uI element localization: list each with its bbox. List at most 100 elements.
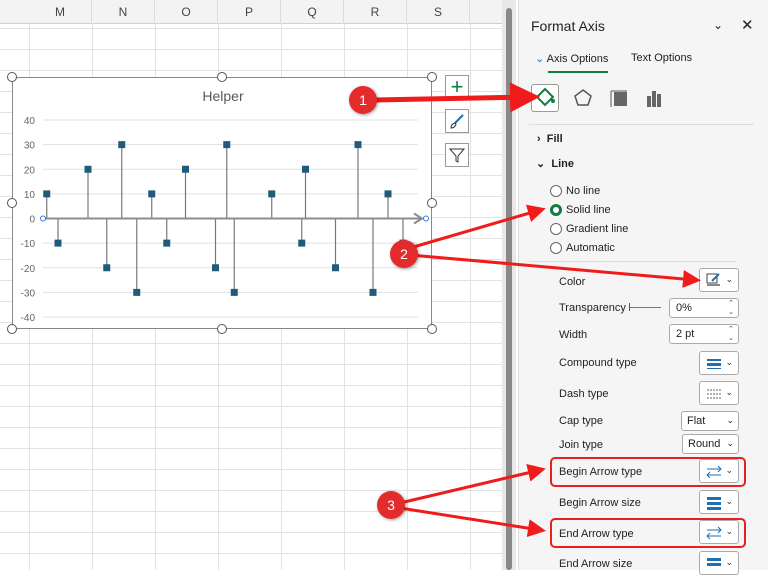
cap-type-value: Flat [687, 415, 706, 427]
format-axis-pane: Format Axis ⌄ ✕ ⌄ Axis Options Text Opti… [518, 0, 768, 575]
resize-handle[interactable] [217, 72, 227, 82]
callout-badge-3: 3 [377, 491, 405, 519]
dash-type-dropdown[interactable]: ⌄ [699, 381, 739, 405]
scrollbar-thumb[interactable] [506, 8, 512, 570]
column-header-o[interactable]: O [155, 0, 218, 24]
fill-label: Fill [546, 133, 563, 145]
column-header-p[interactable]: P [218, 0, 281, 24]
fill-section-toggle[interactable]: › Fill [537, 133, 563, 145]
chart-plot: 40 30 20 10 0 -10 -20 -30 -40 [21, 116, 429, 324]
y-tick-label: -40 [21, 313, 36, 324]
chevron-down-icon: ⌄ [725, 496, 733, 506]
compound-lines-icon [707, 359, 721, 369]
no-line-radio[interactable] [550, 185, 562, 197]
column-header-m[interactable]: M [29, 0, 92, 24]
y-tick-label: 40 [24, 116, 36, 127]
transparency-slider[interactable] [629, 303, 661, 311]
chart[interactable]: 40 30 20 10 0 -10 -20 -30 -40 Helper [12, 77, 432, 329]
data-point [43, 190, 51, 198]
brush-icon [450, 114, 464, 129]
gradient-line-label[interactable]: Gradient line [566, 223, 628, 235]
y-tick-label: -10 [21, 239, 36, 250]
divider [529, 124, 754, 125]
transparency-input[interactable]: 0% ⌃ ⌄ [669, 298, 739, 318]
arrow-type-icon [706, 526, 722, 540]
transparency-value: 0% [676, 302, 692, 314]
data-point [223, 141, 231, 149]
resize-handle[interactable] [427, 324, 437, 334]
column-header-q[interactable]: Q [281, 0, 344, 24]
chart-styles-button[interactable] [445, 109, 469, 133]
y-tick-label: 10 [24, 190, 36, 201]
dash-type-label: Dash type [559, 388, 609, 400]
solid-line-radio[interactable] [550, 204, 562, 216]
spinner-arrows[interactable]: ⌃ ⌄ [728, 325, 734, 343]
axis-options-tab-chart-icon[interactable] [645, 88, 665, 108]
end-arrow-size-label: End Arrow size [559, 558, 633, 570]
data-point [268, 190, 276, 198]
width-label: Width [559, 329, 588, 341]
resize-handle[interactable] [427, 198, 437, 208]
arrow-type-icon [706, 465, 722, 479]
fill-line-tab[interactable] [531, 84, 559, 112]
y-tick-label: 30 [24, 141, 36, 152]
join-type-value: Round [688, 438, 721, 450]
size-properties-tab-icon[interactable] [609, 88, 629, 108]
arrow-size-icon [707, 497, 721, 510]
data-point [103, 264, 111, 272]
resize-handle[interactable] [7, 72, 17, 82]
resize-handle[interactable] [427, 72, 437, 82]
chevron-down-icon: ⌄ [725, 387, 733, 397]
dash-lines-icon [707, 389, 721, 399]
data-point [302, 165, 309, 173]
chevron-down-icon: ⌄ [726, 438, 734, 448]
compound-type-dropdown[interactable]: ⌄ [699, 351, 739, 375]
y-tick-label: 0 [29, 215, 35, 226]
color-label: Color [559, 276, 586, 288]
data-point [163, 239, 171, 247]
tab-text-options[interactable]: Text Options [631, 52, 692, 64]
data-point [298, 239, 306, 247]
plus-icon: + [450, 74, 464, 99]
column-header-s[interactable]: S [407, 0, 470, 24]
resize-handle[interactable] [7, 198, 17, 208]
pane-options-chevron-icon[interactable]: ⌄ [713, 18, 723, 32]
data-point [230, 288, 238, 296]
end-arrow-size-dropdown[interactable]: ⌄ [699, 551, 739, 575]
vertical-scrollbar[interactable] [502, 0, 516, 570]
spinner-arrows[interactable]: ⌃ ⌄ [728, 299, 734, 317]
end-arrow-type-dropdown[interactable]: ⌄ [699, 520, 739, 544]
gradient-line-radio[interactable] [550, 223, 562, 235]
no-line-label[interactable]: No line [566, 185, 600, 197]
automatic-label[interactable]: Automatic [566, 242, 615, 254]
begin-arrow-size-dropdown[interactable]: ⌄ [699, 490, 739, 514]
automatic-radio[interactable] [550, 242, 562, 254]
color-picker-button[interactable]: ⌄ [699, 268, 739, 292]
data-point [54, 239, 62, 247]
effects-tab-pentagon-icon[interactable] [573, 88, 593, 108]
data-point [369, 288, 377, 296]
callout-badge-2: 2 [390, 240, 418, 268]
tab-axis-options[interactable]: ⌄ Axis Options [535, 52, 608, 65]
close-icon[interactable]: ✕ [741, 16, 754, 34]
resize-handle[interactable] [7, 324, 17, 334]
chevron-down-icon: ⌄ [725, 557, 733, 567]
cap-type-select[interactable]: Flat ⌄ [681, 411, 739, 431]
column-header-n[interactable]: N [92, 0, 155, 24]
y-tick-label: 20 [24, 165, 36, 176]
chevron-down-icon: ⌄ [535, 53, 545, 65]
chart-elements-button[interactable]: + [445, 75, 469, 99]
begin-arrow-type-label: Begin Arrow type [559, 466, 643, 478]
compound-type-label: Compound type [559, 357, 637, 369]
axis-selection-handle [40, 215, 46, 222]
line-section-toggle[interactable]: ⌄ Line [536, 157, 574, 170]
data-point [118, 141, 126, 149]
solid-line-label[interactable]: Solid line [566, 204, 611, 216]
resize-handle[interactable] [217, 324, 227, 334]
join-type-select[interactable]: Round ⌄ [682, 434, 739, 454]
data-point [384, 190, 392, 198]
begin-arrow-type-dropdown[interactable]: ⌄ [699, 459, 739, 483]
column-header-r[interactable]: R [344, 0, 407, 24]
chart-filters-button[interactable] [445, 143, 469, 167]
width-input[interactable]: 2 pt ⌃ ⌄ [669, 324, 739, 344]
